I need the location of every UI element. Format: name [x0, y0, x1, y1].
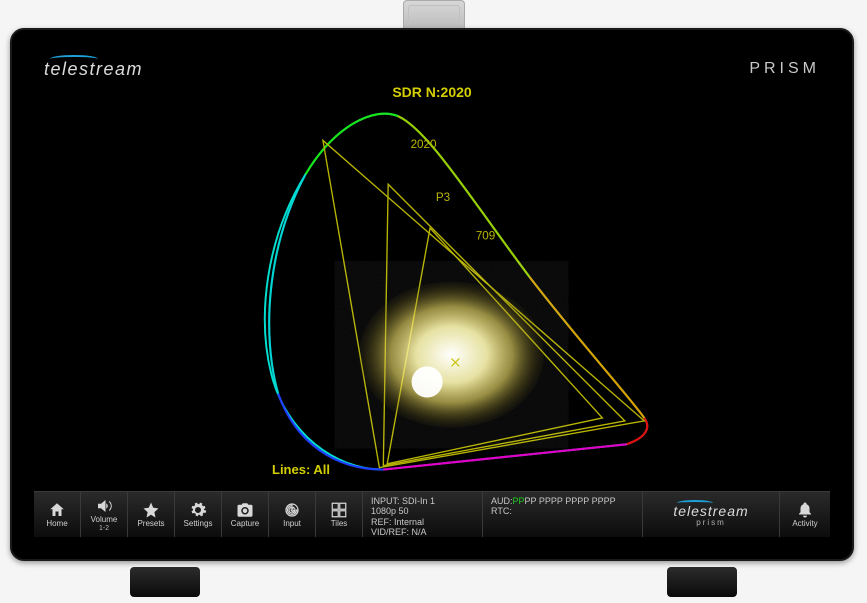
footer-swoosh-icon	[677, 500, 713, 506]
input-label: Input	[283, 520, 301, 528]
home-label: Home	[46, 520, 67, 528]
presets-button[interactable]: Presets	[128, 492, 175, 537]
status-input-value: SDI-In 1	[402, 496, 435, 506]
sample-cloud	[354, 277, 549, 433]
bottom-toolbar: Home Volume 1-2 Presets Settings Capture	[34, 491, 830, 537]
device-bezel: telestream PRISM SDR N:2020 Lines: All	[10, 28, 854, 561]
gear-icon	[188, 501, 208, 519]
locus-blue	[278, 394, 383, 470]
capture-label: Capture	[231, 520, 259, 528]
tiles-icon	[329, 501, 349, 519]
home-icon	[47, 501, 67, 519]
volume-button[interactable]: Volume 1-2	[81, 492, 128, 537]
product-label: PRISM	[749, 60, 820, 78]
status-vidref-value: N/A	[412, 527, 427, 537]
footer-brand-sub: prism	[696, 518, 726, 527]
footer-brand: telestream	[673, 503, 748, 519]
status-panel-left: INPUT: SDI-In 1 1080p 50 REF: Internal V…	[363, 492, 483, 537]
chromaticity-view: SDR N:2020 Lines: All	[34, 82, 830, 491]
footer-brand-panel: telestream prism	[643, 492, 780, 537]
status-format: 1080p 50	[371, 506, 474, 516]
tiles-label: Tiles	[331, 520, 348, 528]
brand-logo: telestream	[44, 59, 143, 80]
volume-label: Volume	[91, 516, 118, 524]
activity-button[interactable]: Activity	[780, 492, 830, 537]
input-button[interactable]: Input	[269, 492, 316, 537]
status-ref-value: Internal	[394, 517, 424, 527]
device-foot-right	[667, 567, 737, 597]
status-input-label: INPUT:	[371, 496, 400, 506]
gamut-p3-label: P3	[436, 191, 450, 204]
volume-icon	[94, 497, 114, 515]
settings-label: Settings	[184, 520, 213, 528]
status-aud-groups: PP PPPP PPPP PPPP	[525, 496, 616, 506]
tiles-button[interactable]: Tiles	[316, 492, 363, 537]
brand-swoosh-icon	[50, 55, 98, 63]
star-icon	[141, 501, 161, 519]
screen: telestream PRISM SDR N:2020 Lines: All	[34, 52, 830, 537]
bell-icon	[796, 501, 814, 519]
top-bar: telestream PRISM	[34, 52, 830, 82]
home-button[interactable]: Home	[34, 492, 81, 537]
status-rtc-label: RTC:	[491, 506, 634, 516]
settings-button[interactable]: Settings	[175, 492, 222, 537]
input-icon	[282, 501, 302, 519]
activity-label: Activity	[792, 519, 817, 528]
presets-label: Presets	[137, 520, 164, 528]
gamut-709-label: 709	[476, 230, 495, 243]
cie-chart: 2020 P3 709	[34, 82, 830, 491]
status-aud-ok: PP	[513, 496, 525, 506]
status-vidref-label: VID/REF:	[371, 527, 409, 537]
gamut-2020-label: 2020	[411, 138, 437, 151]
volume-sublabel: 1-2	[99, 525, 109, 532]
capture-button[interactable]: Capture	[222, 492, 269, 537]
status-panel-right: AUD:PPPP PPPP PPPP PPPP RTC:	[483, 492, 643, 537]
status-ref-label: REF:	[371, 517, 392, 527]
status-aud-label: AUD:	[491, 496, 513, 506]
camera-icon	[235, 501, 255, 519]
device-foot-left	[130, 567, 200, 597]
